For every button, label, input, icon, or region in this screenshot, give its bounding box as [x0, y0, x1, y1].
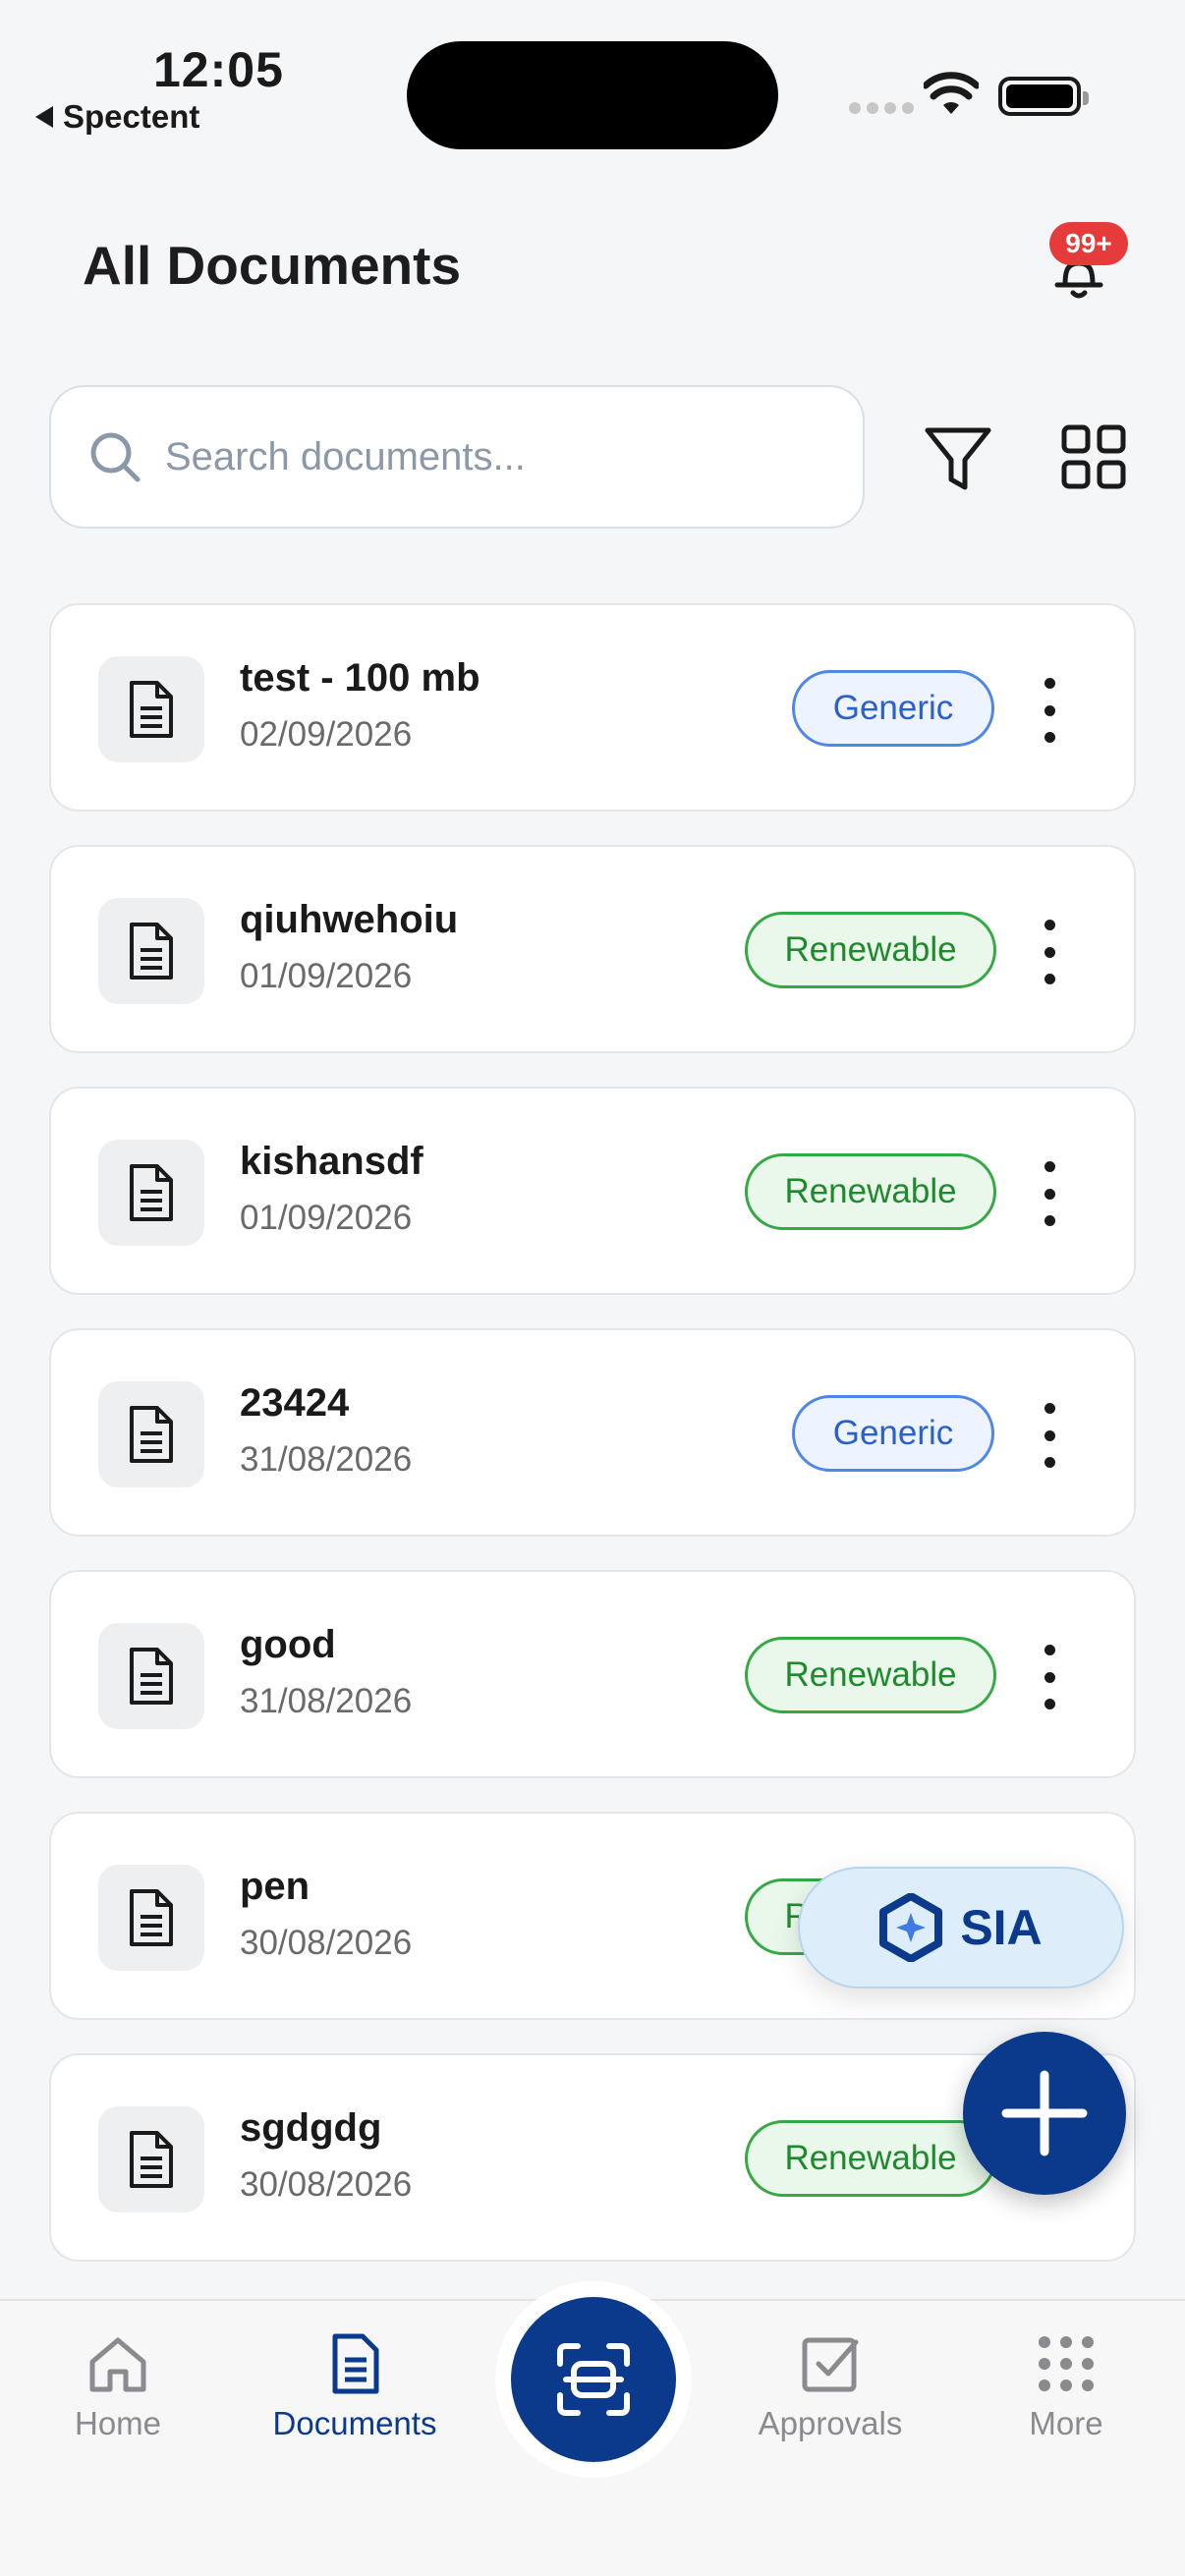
- file-icon: [130, 2131, 173, 2188]
- document-type-tag: Generic: [792, 1395, 994, 1472]
- document-icon-tile: [98, 1865, 204, 1971]
- document-name: pen: [240, 1865, 310, 1908]
- document-type-tag: Renewable: [745, 912, 996, 988]
- file-icon: [130, 1648, 173, 1705]
- document-type-tag: Renewable: [745, 2120, 996, 2197]
- sia-logo-icon: [879, 1893, 943, 1962]
- document-date: 30/08/2026: [240, 2165, 413, 2204]
- dynamic-island: [407, 41, 778, 149]
- more-options-icon[interactable]: [1038, 1403, 1061, 1468]
- more-grid-icon: [1039, 2336, 1094, 2391]
- sia-label: SIA: [960, 1900, 1043, 1955]
- document-card[interactable]: qiuhwehoiu 01/09/2026 Renewable: [49, 845, 1136, 1053]
- wifi-icon: [924, 72, 979, 114]
- nav-more-label: More: [1029, 2405, 1103, 2441]
- nav-approvals[interactable]: Approvals: [737, 2332, 924, 2442]
- document-type-tag: Renewable: [745, 1637, 996, 1713]
- approvals-icon: [802, 2337, 859, 2392]
- nav-documents[interactable]: Documents: [261, 2332, 448, 2442]
- nav-documents-label: Documents: [272, 2405, 437, 2441]
- more-options-icon[interactable]: [1038, 1645, 1061, 1709]
- document-name: kishansdf: [240, 1140, 423, 1183]
- page-title: All Documents: [83, 235, 462, 296]
- document-icon-tile: [98, 898, 204, 1004]
- nav-home[interactable]: Home: [25, 2332, 211, 2442]
- document-name: good: [240, 1623, 336, 1666]
- grid-view-icon[interactable]: [1061, 424, 1126, 489]
- search-input[interactable]: [165, 434, 804, 479]
- back-arrow-icon: [35, 106, 53, 128]
- sia-assistant-button[interactable]: SIA: [798, 1867, 1124, 1988]
- file-icon: [130, 1889, 173, 1946]
- notification-count-badge: 99+: [1049, 222, 1128, 265]
- document-name: 23424: [240, 1381, 350, 1425]
- document-icon-tile: [98, 2106, 204, 2212]
- more-options-icon[interactable]: [1038, 1161, 1061, 1226]
- nav-approvals-label: Approvals: [758, 2405, 903, 2441]
- nav-more[interactable]: More: [973, 2332, 1159, 2442]
- document-card[interactable]: kishansdf 01/09/2026 Renewable: [49, 1087, 1136, 1295]
- document-date: 02/09/2026: [240, 715, 413, 754]
- document-icon-tile: [98, 1623, 204, 1729]
- status-time: 12:05: [153, 42, 284, 97]
- scan-document-button[interactable]: [495, 2281, 692, 2478]
- more-options-icon[interactable]: [1038, 678, 1061, 743]
- document-date: 01/09/2026: [240, 1199, 413, 1237]
- document-type-tag: Generic: [792, 670, 994, 747]
- file-icon: [130, 923, 173, 980]
- add-document-button[interactable]: [963, 2032, 1126, 2195]
- home-icon: [89, 2337, 146, 2392]
- document-card[interactable]: good 31/08/2026 Renewable: [49, 1570, 1136, 1778]
- document-card[interactable]: 23424 31/08/2026 Generic: [49, 1328, 1136, 1537]
- back-to-app-link[interactable]: Spectent: [35, 98, 199, 136]
- file-icon: [130, 1164, 173, 1221]
- document-card[interactable]: test - 100 mb 02/09/2026 Generic: [49, 603, 1136, 812]
- document-type-tag: Renewable: [745, 1153, 996, 1230]
- document-date: 31/08/2026: [240, 1440, 413, 1479]
- documents-icon: [332, 2333, 379, 2394]
- file-icon: [130, 681, 173, 738]
- plus-icon: [1001, 2070, 1088, 2156]
- document-icon-tile: [98, 656, 204, 762]
- document-date: 31/08/2026: [240, 1682, 413, 1720]
- document-name: qiuhwehoiu: [240, 898, 459, 941]
- file-icon: [130, 1406, 173, 1463]
- cellular-signal-icon: [849, 102, 914, 114]
- document-date: 30/08/2026: [240, 1924, 413, 1962]
- more-options-icon[interactable]: [1038, 920, 1061, 984]
- document-icon-tile: [98, 1140, 204, 1246]
- document-icon-tile: [98, 1381, 204, 1487]
- document-date: 01/09/2026: [240, 957, 413, 995]
- scan-icon: [557, 2343, 630, 2416]
- battery-icon: [998, 77, 1089, 116]
- back-app-label: Spectent: [63, 98, 200, 135]
- document-name: test - 100 mb: [240, 656, 480, 700]
- search-box[interactable]: [49, 385, 865, 529]
- filter-icon[interactable]: [922, 422, 994, 495]
- nav-home-label: Home: [74, 2405, 162, 2441]
- document-name: sgdgdg: [240, 2106, 382, 2150]
- search-icon: [90, 432, 141, 482]
